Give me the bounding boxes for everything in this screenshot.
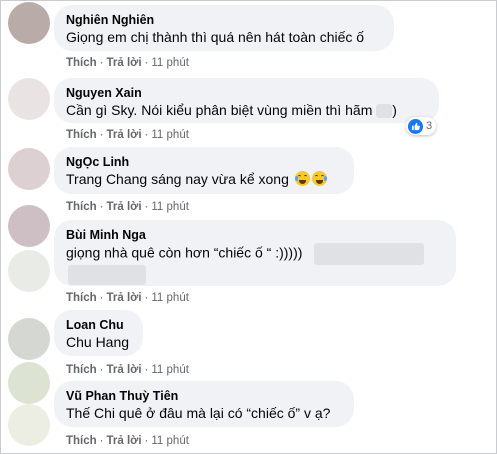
comment-time[interactable]: 11 phút [151, 364, 189, 376]
comment-bubble: Nguyen Xain Cần gì Sky. Nói kiểu phân bi… [54, 78, 439, 123]
comment-text: Giọng em chị thành thì quá nên hát toàn … [66, 29, 365, 45]
blurred-text [376, 104, 393, 119]
reply-link[interactable]: Trả lời [107, 129, 142, 141]
avatar [8, 250, 50, 292]
comment-bubble: Loan Chu Chu Hang [54, 310, 143, 356]
like-link[interactable]: Thích [66, 292, 97, 304]
comment-bubble: Bùi Minh Nga giọng nhà quê còn hơn “chiế… [54, 220, 456, 286]
comment-author[interactable]: Loan Chu [66, 317, 131, 333]
like-link[interactable]: Thích [66, 129, 97, 141]
comment-text-visible: Cần gì Sky. Nói kiểu phân biệt vùng miền… [66, 102, 373, 118]
comment-text: Chu Hang [66, 334, 130, 350]
blurred-text [314, 243, 425, 265]
comment-time[interactable]: 11 phút [151, 57, 189, 69]
comment-time[interactable]: 11 phút [151, 201, 189, 213]
avatar[interactable] [8, 78, 50, 120]
blurred-text [68, 265, 146, 286]
comment-author[interactable]: Vũ Phan Thuỳ Tiên [66, 388, 342, 404]
comment-actions: Thích · Trả lời · 11 phút [66, 435, 189, 447]
comment-actions: Thích · Trả lời · 11 phút [66, 201, 189, 213]
avatar [8, 404, 50, 446]
avatar[interactable] [8, 362, 50, 404]
reply-link[interactable]: Trả lời [107, 364, 142, 376]
comment-time[interactable]: 11 phút [151, 435, 189, 447]
comment-author[interactable]: NgỌc Linh [66, 154, 342, 170]
comment-actions: Thích · Trả lời · 11 phút [66, 57, 189, 69]
comment-text-tail: ) [392, 102, 397, 118]
comment-author[interactable]: Nguyen Xain [66, 85, 427, 101]
laughing-tears-emoji-icon [311, 171, 327, 186]
like-reaction-icon [408, 118, 423, 134]
avatar[interactable] [8, 2, 50, 44]
comment-text-visible: giọng nhà quê còn hơn “chiếc ố “ :))))) [66, 244, 303, 261]
avatar[interactable] [8, 318, 50, 360]
reaction-count: 3 [426, 120, 433, 132]
comment-bubble: Nghiên Nghiên Giọng em chị thành thì quá… [54, 5, 394, 51]
comment-text: Trang Chang sáng nay vừa kể xong [66, 170, 342, 189]
like-link[interactable]: Thích [66, 201, 97, 213]
like-link[interactable]: Thích [66, 364, 97, 376]
comment-text-visible: Trang Chang sáng nay vừa kể xong [66, 171, 289, 187]
comment-text: Thế Chi quê ở đâu mà lại có “chiếc ố” v … [66, 405, 331, 421]
reply-link[interactable]: Trả lời [107, 57, 142, 69]
comment-time[interactable]: 11 phút [151, 129, 189, 141]
avatar[interactable] [8, 148, 50, 190]
comment-actions: Thích · Trả lời · 11 phút [66, 292, 189, 304]
comment-text: Cần gì Sky. Nói kiểu phân biệt vùng miền… [66, 101, 427, 120]
avatar[interactable] [8, 205, 50, 247]
reply-link[interactable]: Trả lời [107, 292, 142, 304]
reply-link[interactable]: Trả lời [107, 435, 142, 447]
reaction-badge[interactable]: 3 [406, 117, 437, 135]
comment-author[interactable]: Nghiên Nghiên [66, 12, 382, 28]
laughing-tears-emoji-icon [294, 171, 310, 186]
comment-actions: Thích · Trả lời · 11 phút [66, 129, 189, 141]
comment-time[interactable]: 11 phút [151, 292, 189, 304]
comment-author[interactable]: Bùi Minh Nga [66, 227, 444, 243]
reply-link[interactable]: Trả lời [107, 201, 142, 213]
comment-text: giọng nhà quê còn hơn “chiếc ố “ :))))) [66, 243, 444, 265]
comment-bubble: NgỌc Linh Trang Chang sáng nay vừa kể xo… [54, 147, 354, 194]
comment-text-line [66, 265, 444, 286]
like-link[interactable]: Thích [66, 435, 97, 447]
comment-bubble: Vũ Phan Thuỳ Tiên Thế Chi quê ở đâu mà l… [54, 381, 354, 427]
like-link[interactable]: Thích [66, 57, 97, 69]
comment-actions: Thích · Trả lời · 11 phút [66, 364, 189, 376]
